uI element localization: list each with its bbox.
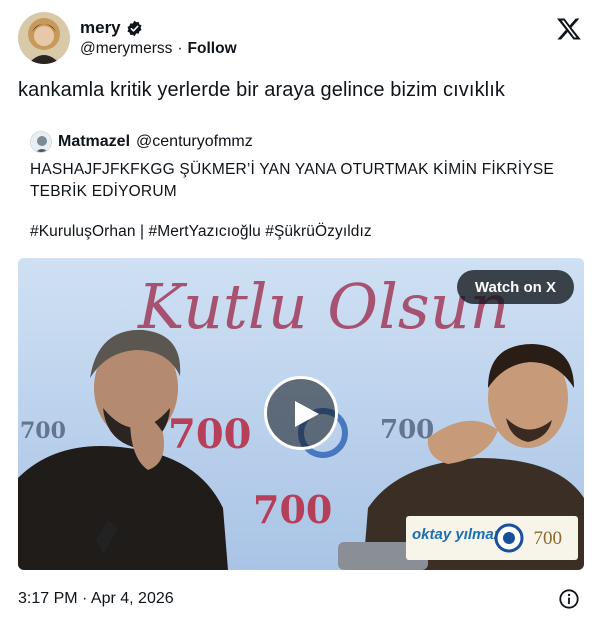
separator-dot: ·	[177, 40, 183, 57]
banner-700-left: 700	[168, 411, 252, 458]
verified-badge-icon	[126, 20, 143, 37]
emblem-icon	[494, 523, 524, 553]
quote-avatar	[30, 131, 52, 153]
banner-700-right: 700	[380, 415, 434, 445]
broadcaster-logo: oktay yılmaz 700	[406, 516, 578, 560]
watch-on-x-button[interactable]: Watch on X	[456, 270, 574, 304]
tweet-header: mery @merymerss · Follow	[18, 12, 584, 66]
video-player[interactable]: Kutlu Olsun 700 700 700 700 Watch on X o…	[18, 258, 584, 570]
logo-brand: oktay yılmaz	[412, 526, 502, 543]
tweet-timestamp[interactable]: 3:17 PM · Apr 4, 2026	[18, 590, 174, 608]
tweet-text: kankamla kritik yerlerde bir araya gelin…	[18, 79, 505, 101]
banner-700-edge: 700	[20, 418, 66, 444]
quoted-tweet[interactable]: Matmazel @centuryofmmz HASHAJFJFKFKGG ŞÜ…	[18, 120, 584, 570]
info-icon[interactable]	[558, 588, 580, 610]
backdrop-script: Kutlu Olsun	[137, 270, 510, 343]
x-logo-icon[interactable]	[556, 16, 582, 42]
play-icon	[295, 401, 319, 427]
logo-number: 700	[533, 528, 563, 549]
play-button[interactable]	[264, 376, 338, 450]
quote-handle[interactable]: @centuryofmmz	[136, 133, 253, 151]
quote-hashtags[interactable]: #KuruluşOrhan | #MertYazıcıoğlu #ŞükrüÖz…	[30, 223, 372, 241]
quote-display-name[interactable]: Matmazel	[58, 133, 130, 151]
author-handle[interactable]: @merymerss	[80, 40, 172, 58]
author-info: mery @merymerss · Follow	[80, 17, 237, 58]
author-display-name[interactable]: mery	[80, 18, 121, 38]
banner-700-center: 700	[253, 487, 332, 532]
quote-text: HASHAJFJFKFKGG ŞÜKMER’İ YAN YANA OTURTMA…	[30, 161, 554, 200]
author-avatar[interactable]	[18, 12, 70, 64]
follow-button[interactable]: Follow	[188, 40, 237, 58]
quote-header: Matmazel @centuryofmmz	[30, 130, 253, 154]
